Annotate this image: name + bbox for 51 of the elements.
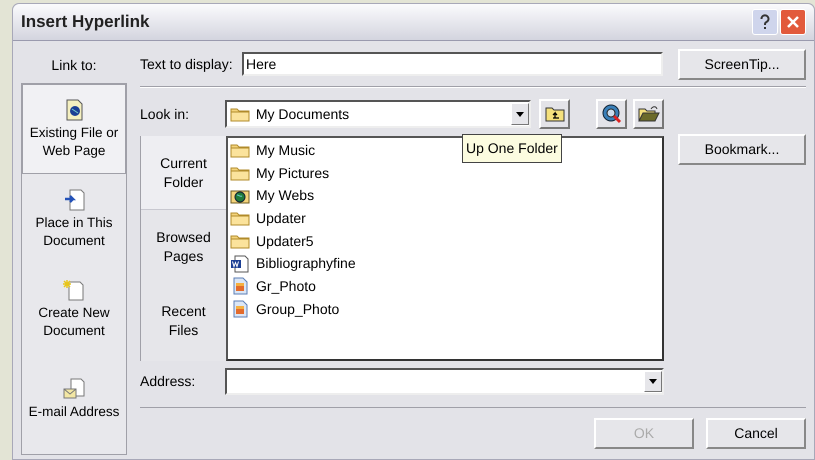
document-arrow-icon xyxy=(63,188,85,210)
word-document-icon xyxy=(230,254,250,273)
sub-nav-item[interactable]: Current Folder xyxy=(141,136,226,210)
folder-icon xyxy=(230,210,250,226)
folder-icon xyxy=(230,233,250,250)
file-list-item[interactable]: Updater xyxy=(230,207,308,230)
link-to-item[interactable]: Place in This Document xyxy=(22,174,126,264)
close-button[interactable] xyxy=(780,9,806,35)
help-icon xyxy=(760,14,770,30)
text-to-display-field[interactable]: Here xyxy=(242,52,663,76)
document-envelope-icon xyxy=(63,378,85,400)
help-button[interactable] xyxy=(752,9,778,35)
address-label: Address: xyxy=(140,372,196,390)
look-in-label: Look in: xyxy=(140,104,190,124)
link-to-item[interactable]: Create New Document xyxy=(22,264,126,354)
folder-up-arrow-icon xyxy=(544,106,565,122)
open-folder-icon xyxy=(638,105,660,123)
up-folder-button[interactable] xyxy=(539,99,570,129)
window-title: Insert Hyperlink xyxy=(21,11,150,34)
new-document-icon xyxy=(63,278,85,300)
folder-icon xyxy=(230,142,250,158)
bookmark-button[interactable]: Bookmark... xyxy=(678,134,806,165)
text-to-display-label: Text to display: xyxy=(140,54,234,74)
file-list-item[interactable]: Updater5 xyxy=(230,230,316,252)
globe-magnifier-icon xyxy=(600,103,623,125)
file-list-item[interactable]: My Music xyxy=(230,139,318,162)
image-file-icon xyxy=(231,277,249,296)
file-list-item[interactable]: My Webs xyxy=(230,184,316,208)
sub-nav-item[interactable]: Recent Files xyxy=(141,284,226,358)
folder-icon xyxy=(230,106,250,122)
folder-icon xyxy=(230,165,250,182)
screentip-button[interactable]: ScreenTip... xyxy=(678,48,806,80)
file-list-item[interactable]: Group_Photo xyxy=(230,298,342,320)
link-to-item[interactable]: E-mail Address xyxy=(22,354,126,444)
sub-nav-item[interactable]: Browsed Pages xyxy=(141,210,226,284)
dropdown-arrow-icon xyxy=(516,112,524,116)
link-to-label: Link to: xyxy=(50,56,98,75)
link-to-item[interactable]: Existing File or Web Page xyxy=(22,84,126,174)
globe-folder-icon xyxy=(230,188,250,204)
image-file-icon xyxy=(231,300,249,318)
file-list-item[interactable]: Gr_Photo xyxy=(230,275,318,298)
address-field[interactable] xyxy=(225,368,664,394)
file-list-item[interactable]: Bibliographyfine xyxy=(230,252,358,276)
browse-folder-button[interactable] xyxy=(633,99,664,129)
look-in-dropdown[interactable]: My Documents xyxy=(224,100,532,128)
cancel-button[interactable]: Cancel xyxy=(706,418,806,449)
file-list-item[interactable]: My Pictures xyxy=(230,162,332,184)
web-search-button[interactable] xyxy=(596,99,628,129)
tooltip: Up One Folder xyxy=(462,134,562,163)
close-icon xyxy=(786,15,800,29)
dropdown-arrow-icon xyxy=(649,378,657,384)
